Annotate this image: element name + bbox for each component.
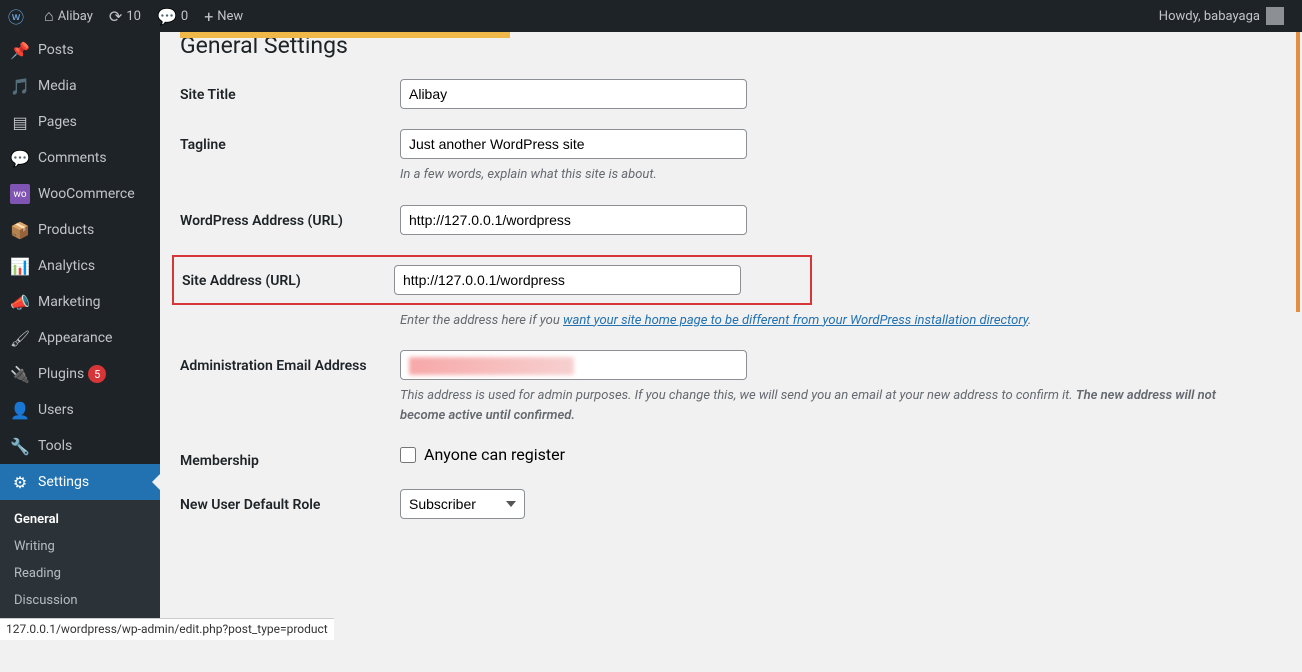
sidebar-label: Settings <box>38 474 89 490</box>
brush-icon: 🖌 <box>10 328 30 348</box>
updates-link[interactable]: ⟳ 10 <box>101 0 149 32</box>
comment-icon: 💬 <box>10 148 30 168</box>
select-default-role[interactable]: Subscriber <box>400 489 525 519</box>
sidebar-label: Analytics <box>38 258 95 274</box>
plugins-badge: 5 <box>88 365 106 383</box>
sidebar-label: Products <box>38 222 94 238</box>
sidebar-item-tools[interactable]: 🔧 Tools <box>0 428 160 464</box>
row-membership: Membership Anyone can register <box>180 445 1282 469</box>
input-tagline[interactable] <box>400 129 747 159</box>
avatar <box>1266 7 1284 25</box>
desc-admin-email: This address is used for admin purposes.… <box>400 386 1220 425</box>
pin-icon: 📌 <box>10 40 30 60</box>
row-wp-url: WordPress Address (URL) <box>180 205 1282 235</box>
sidebar-item-comments[interactable]: 💬 Comments <box>0 140 160 176</box>
wp-logo[interactable]: ⓦ <box>0 0 36 32</box>
sidebar-item-plugins[interactable]: 🔌 Plugins5 <box>0 356 160 392</box>
checkbox-membership-text: Anyone can register <box>424 445 565 464</box>
main-content: General Settings Site Title Tagline In a… <box>160 32 1302 559</box>
desc-tagline: In a few words, explain what this site i… <box>400 165 1220 185</box>
wordpress-icon: ⓦ <box>8 4 24 28</box>
admin-toolbar: ⓦ ⌂Alibay ⟳10 💬0 +New Howdy, babayaga <box>0 0 1302 32</box>
admin-sidebar: 📌 Posts 🎵 Media ▤ Pages 💬 Comments wo WooComm… <box>0 32 160 640</box>
sidebar-item-woocommerce[interactable]: wo WooCommerce <box>0 176 160 212</box>
update-icon: ⟳ <box>109 7 122 26</box>
input-admin-email[interactable] <box>400 350 747 380</box>
sidebar-label: Marketing <box>38 294 101 310</box>
row-tagline: Tagline In a few words, explain what thi… <box>180 129 1282 185</box>
desc-site-url: Enter the address here if you want your … <box>400 311 1220 331</box>
sidebar-label: Appearance <box>38 330 112 346</box>
row-admin-email: Administration Email Address This addres… <box>180 350 1282 425</box>
new-content-link[interactable]: + New <box>196 0 251 32</box>
input-site-title[interactable] <box>400 79 747 109</box>
plus-icon: + <box>204 7 213 26</box>
checkbox-membership-label[interactable]: Anyone can register <box>400 445 1282 464</box>
site-name-link[interactable]: ⌂ Alibay <box>36 0 101 32</box>
label-membership: Membership <box>180 445 400 469</box>
home-icon: ⌂ <box>44 6 54 26</box>
browser-statusbar: 127.0.0.1/wordpress/wp-admin/edit.php?po… <box>0 618 334 640</box>
sidebar-item-appearance[interactable]: 🖌 Appearance <box>0 320 160 356</box>
comments-count: 0 <box>181 9 188 24</box>
sidebar-label: Media <box>38 78 77 94</box>
sidebar-item-products[interactable]: 📦 Products <box>0 212 160 248</box>
updates-count: 10 <box>126 9 141 24</box>
howdy-text: Howdy, babayaga <box>1159 9 1260 24</box>
label-site-url: Site Address (URL) <box>182 265 394 289</box>
megaphone-icon: 📣 <box>10 292 30 312</box>
submenu-writing[interactable]: Writing <box>0 533 160 560</box>
comments-link[interactable]: 💬0 <box>149 0 196 32</box>
row-site-url: Site Address (URL) <box>182 265 802 295</box>
input-wp-url[interactable] <box>400 205 747 235</box>
products-icon: 📦 <box>10 220 30 240</box>
link-site-url-help[interactable]: want your site home page to be different… <box>563 313 1028 328</box>
sidebar-item-analytics[interactable]: 📊 Analytics <box>0 248 160 284</box>
sidebar-item-settings[interactable]: ⚙ Settings <box>0 464 160 500</box>
submenu-discussion[interactable]: Discussion <box>0 587 160 614</box>
submenu-general[interactable]: General <box>0 506 160 533</box>
users-icon: 👤 <box>10 400 30 420</box>
checkbox-membership[interactable] <box>400 447 416 463</box>
sidebar-item-posts[interactable]: 📌 Posts <box>0 32 160 68</box>
sidebar-label: Pages <box>38 114 77 130</box>
sidebar-item-pages[interactable]: ▤ Pages <box>0 104 160 140</box>
media-icon: 🎵 <box>10 76 30 96</box>
highlight-site-url: Site Address (URL) <box>172 255 812 305</box>
label-site-title: Site Title <box>180 79 400 103</box>
row-default-role: New User Default Role Subscriber <box>180 489 1282 519</box>
comment-icon: 💬 <box>157 7 177 26</box>
input-site-url[interactable] <box>394 265 741 295</box>
woo-icon: wo <box>10 184 30 204</box>
sidebar-label: Comments <box>38 150 107 166</box>
label-admin-email: Administration Email Address <box>180 350 400 374</box>
label-tagline: Tagline <box>180 129 400 153</box>
tools-icon: 🔧 <box>10 436 30 456</box>
new-label: New <box>217 9 243 24</box>
sidebar-item-media[interactable]: 🎵 Media <box>0 68 160 104</box>
analytics-icon: 📊 <box>10 256 30 276</box>
label-wp-url: WordPress Address (URL) <box>180 205 400 229</box>
my-account-link[interactable]: Howdy, babayaga <box>1151 0 1292 32</box>
sidebar-item-users[interactable]: 👤 Users <box>0 392 160 428</box>
settings-submenu: General Writing Reading Discussion <box>0 500 160 620</box>
sidebar-label: Posts <box>38 42 74 58</box>
site-name-text: Alibay <box>58 9 93 24</box>
row-site-title: Site Title <box>180 79 1282 109</box>
sidebar-label: Plugins <box>38 366 84 382</box>
page-icon: ▤ <box>10 112 30 132</box>
redacted-email <box>409 357 574 375</box>
plugin-icon: 🔌 <box>10 364 30 384</box>
sidebar-label: Users <box>38 402 74 418</box>
submenu-reading[interactable]: Reading <box>0 560 160 587</box>
label-default-role: New User Default Role <box>180 489 400 513</box>
notice-bar <box>180 32 510 38</box>
sidebar-label: WooCommerce <box>38 186 135 202</box>
settings-icon: ⚙ <box>10 472 30 492</box>
sidebar-item-marketing[interactable]: 📣 Marketing <box>0 284 160 320</box>
sidebar-label: Tools <box>38 438 72 454</box>
